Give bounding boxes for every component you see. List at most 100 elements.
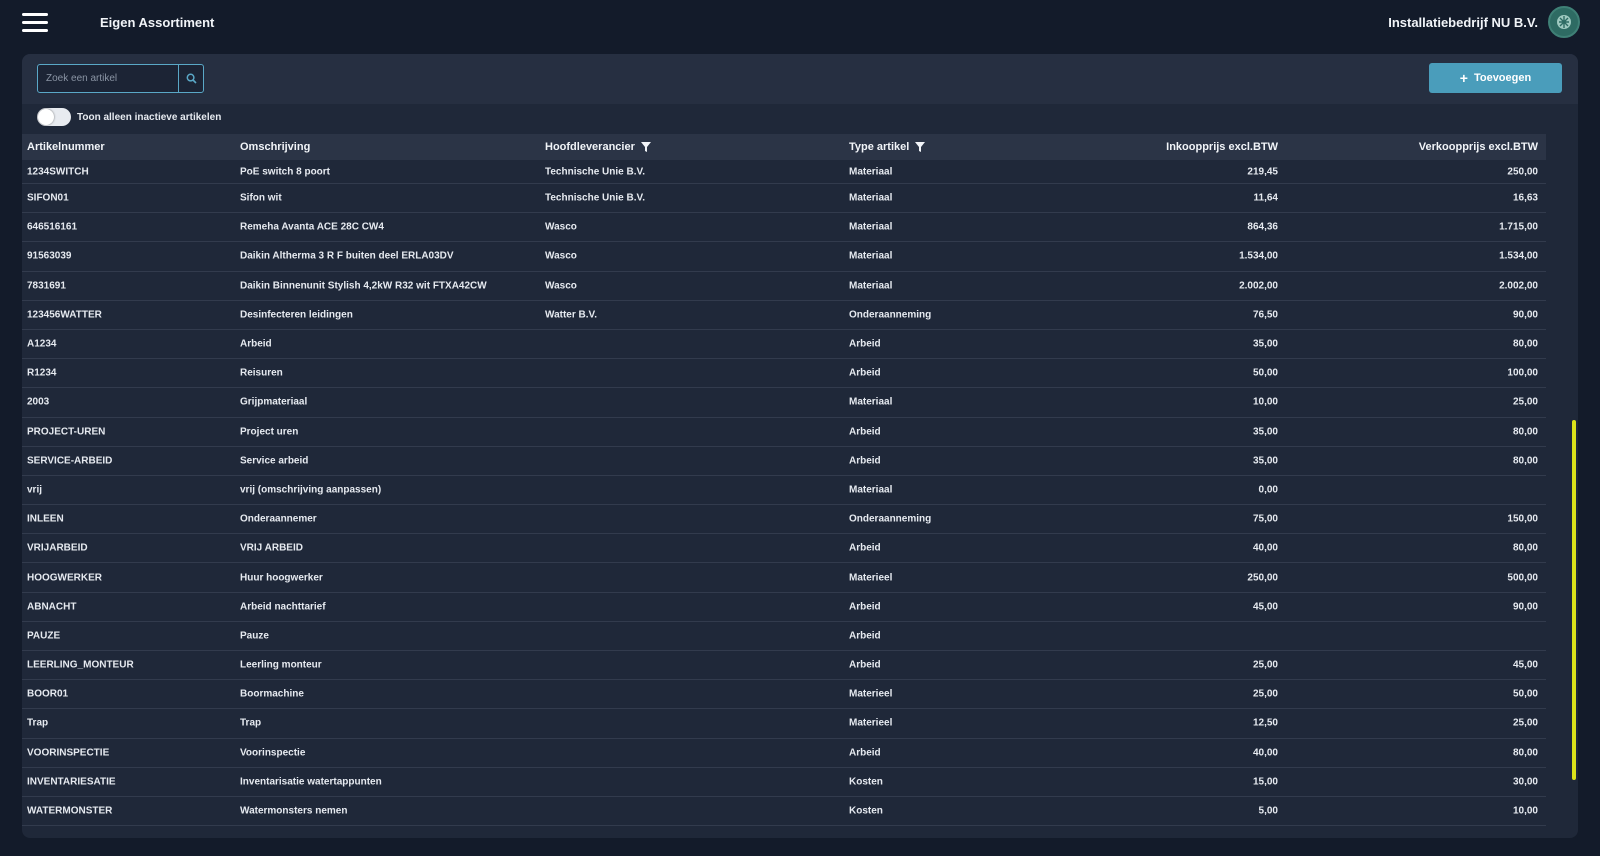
cell-artikelnummer: WATERMONSTER [27,805,113,817]
table-body: 1234SWITCH PoE switch 8 poort Technische U… [22,160,1546,827]
table-row[interactable]: 7831691 Daikin Binnenunit Stylish 4,2kW R… [22,272,1546,301]
column-header-type-artikel[interactable]: Type artikel [849,141,926,153]
cell-omschrijving: Voorinspectie [240,747,306,759]
cell-inkoopprijs: 10,00 [1252,396,1278,408]
table-row[interactable]: vrij vrij (omschrijving aanpassen) Materia… [22,476,1546,506]
cell-omschrijving: Remeha Avanta ACE 28C CW4 [240,221,384,233]
filter-icon[interactable] [915,142,926,152]
cell-type-artikel: Materieel [849,688,893,700]
column-header-inkoopprijs[interactable]: Inkoopprijs excl.BTW [1166,141,1278,153]
cell-inkoopprijs: 25,00 [1252,659,1278,671]
table-row[interactable]: HOOGWERKER Huur hoogwerker Materieel 250,00… [22,563,1546,593]
table-row[interactable]: PAUZE Pauze Arbeid [22,622,1546,651]
cell-inkoopprijs: 219,45 [1247,166,1278,177]
cell-type-artikel: Arbeid [849,367,881,379]
cell-omschrijving: Trap [240,717,262,729]
cell-omschrijving: Watermonsters nemen [240,805,348,817]
cell-type-artikel: Materieel [849,717,893,729]
add-article-button[interactable]: + Toevoegen [1429,63,1562,93]
inactive-toggle[interactable] [37,108,71,126]
cell-artikelnummer: PROJECT-UREN [27,426,106,438]
avatar-icon[interactable] [1548,6,1580,38]
cell-verkoopprijs: 90,00 [1512,309,1538,321]
table-row[interactable]: R1234 Reisuren Arbeid 50,00 100,00 [22,359,1546,389]
cell-omschrijving: Sifon wit [240,192,282,204]
table-row[interactable]: Trap Trap Materieel 12,50 25,00 [22,709,1546,739]
page-title: Eigen Assortiment [100,15,215,30]
cell-artikelnummer: INLEEN [27,513,64,525]
cell-inkoopprijs: 40,00 [1252,747,1278,759]
cell-verkoopprijs: 16,63 [1512,192,1538,204]
cell-type-artikel: Arbeid [849,426,881,438]
table-row[interactable]: VRIJARBEID VRIJ ARBEID Arbeid 40,00 80,00 [22,534,1546,564]
cell-omschrijving: Onderaannemer [240,513,317,525]
cell-verkoopprijs: 80,00 [1512,338,1538,350]
cell-inkoopprijs: 35,00 [1252,455,1278,467]
panel-toolbar: + Toevoegen [22,54,1578,104]
column-header-omschrijving[interactable]: Omschrijving [240,141,310,153]
cell-verkoopprijs: 80,00 [1512,747,1538,759]
cell-inkoopprijs: 15,00 [1252,776,1278,788]
table-row[interactable]: WATERMONSTER Watermonsters nemen Kosten 5,0… [22,797,1546,827]
cell-verkoopprijs: 90,00 [1512,601,1538,613]
table-row[interactable]: BOOR01 Boormachine Materieel 25,00 50,00 [22,680,1546,710]
cell-inkoopprijs: 2.002,00 [1239,280,1278,292]
table-row[interactable]: SERVICE-ARBEID Service arbeid Arbeid 35,00 8… [22,447,1546,476]
cell-inkoopprijs: 250,00 [1247,572,1278,584]
cell-inkoopprijs: 35,00 [1252,338,1278,350]
cell-inkoopprijs: 45,00 [1252,601,1278,613]
plus-icon: + [1459,70,1468,86]
table-row[interactable]: INVENTARIESATIE Inventarisatie watertappu… [22,768,1546,797]
cell-type-artikel: Onderaanneming [849,513,932,525]
cell-omschrijving: Arbeid [240,338,272,350]
cell-omschrijving: Daikin Binnenunit Stylish 4,2kW R32 wit … [240,280,487,292]
table-row[interactable]: LEERLING_MONTEUR Leerling monteur Arbeid 25… [22,651,1546,681]
search-input[interactable] [38,65,178,92]
table-row[interactable]: 91563039 Daikin Altherma 3 R F buiten dee… [22,242,1546,272]
hamburger-icon[interactable] [22,13,48,33]
search-icon[interactable] [178,65,203,92]
cell-omschrijving: Service arbeid [240,455,309,467]
table-row[interactable]: 1234SWITCH PoE switch 8 poort Technische U… [22,160,1546,184]
cell-omschrijving: Boormachine [240,688,304,700]
cell-type-artikel: Materiaal [849,396,893,408]
cell-inkoopprijs: 1.534,00 [1239,250,1278,262]
column-header-hoofdleverancier[interactable]: Hoofdleverancier [545,141,651,153]
cell-inkoopprijs: 50,00 [1252,367,1278,379]
cell-hoofdleverancier: Watter B.V. [545,309,598,321]
filter-icon[interactable] [640,142,651,152]
cell-type-artikel: Arbeid [849,747,881,759]
table-row[interactable]: 646516161 Remeha Avanta ACE 28C CW4 Wasco M… [22,213,1546,243]
cell-type-artikel: Materiaal [849,280,893,292]
column-header-artikelnummer[interactable]: Artikelnummer [27,141,105,153]
cell-type-artikel: Onderaanneming [849,309,932,321]
company-name[interactable]: Installatiebedrijf NU B.V. [1388,15,1538,30]
cell-hoofdleverancier: Technische Unie B.V. [545,192,646,204]
table-row[interactable]: INLEEN Onderaannemer Onderaanneming 75,00 15… [22,505,1546,535]
table-row[interactable]: PROJECT-UREN Project uren Arbeid 35,00 80,00 [22,418,1546,447]
vertical-scrollbar[interactable] [1572,420,1576,780]
cell-omschrijving: Daikin Altherma 3 R F buiten deel ERLA03… [240,250,454,262]
cell-verkoopprijs: 45,00 [1512,659,1538,671]
cell-omschrijving: Pauze [240,630,269,642]
cell-inkoopprijs: 35,00 [1252,426,1278,438]
table-row[interactable]: SIFON01 Sifon wit Technische Unie B.V. Mate… [22,184,1546,214]
cell-type-artikel: Kosten [849,805,883,817]
table-header: Artikelnummer Omschrijving Hoofdleveranc… [22,134,1546,160]
cell-inkoopprijs: 40,00 [1252,542,1278,554]
cell-type-artikel: Materieel [849,572,893,584]
table-row[interactable]: A1234 Arbeid Arbeid 35,00 80,00 [22,330,1546,360]
table-row[interactable]: VOORINSPECTIE Voorinspectie Arbeid 40,00 80,… [22,739,1546,768]
table-row[interactable]: ABNACHT Arbeid nachttarief Arbeid 45,00 90,0… [22,593,1546,622]
cell-artikelnummer: SERVICE-ARBEID [27,455,113,467]
table-row[interactable]: 123456WATTER Desinfecteren leidingen Watte… [22,301,1546,330]
cell-inkoopprijs: 12,50 [1252,717,1278,729]
table-row[interactable]: 2003 Grijpmateriaal Materiaal 10,00 25,00 [22,388,1546,418]
cell-artikelnummer: 646516161 [27,221,78,233]
column-header-verkoopprijs[interactable]: Verkoopprijs excl.BTW [1419,141,1538,153]
cell-omschrijving: Leerling monteur [240,659,322,671]
cell-inkoopprijs: 0,00 [1258,484,1278,496]
cell-verkoopprijs: 80,00 [1512,426,1538,438]
cell-artikelnummer: 1234SWITCH [27,166,89,177]
cell-verkoopprijs: 2.002,00 [1499,280,1538,292]
